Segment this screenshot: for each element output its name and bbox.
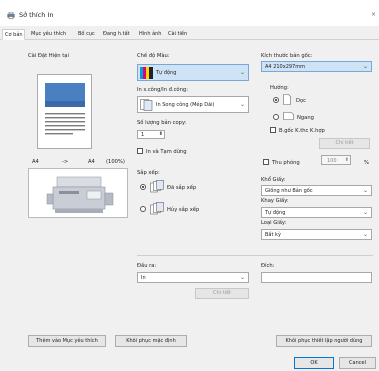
zoom-unit: % (364, 160, 369, 166)
color-mode-icon (140, 67, 153, 79)
mixed-size-label: B.gốc K.thc K.hợp (279, 128, 325, 134)
uncollate-label: Hủy sắp xếp (167, 207, 200, 213)
restore-user-settings-button[interactable]: Khôi phục thiết lập người dùng (276, 335, 372, 347)
paper-type-label: Loại Giấy: (261, 220, 287, 226)
duplex-icon (140, 99, 153, 111)
zoom-checkbox[interactable] (263, 159, 269, 165)
restore-default-button[interactable]: Khôi phục mặc định (115, 335, 187, 347)
color-mode-value: Tự động (156, 70, 177, 76)
uncollated-pages-icon (150, 202, 164, 215)
tray-value: Tự động (265, 210, 286, 216)
output-select[interactable]: In ⌄ (137, 272, 249, 283)
original-size-value: A4 210x297mm (265, 64, 305, 70)
zoom-percent: (100%) (106, 159, 125, 165)
stepper-icon[interactable]: ⬍ (345, 157, 349, 163)
title-bar: Sở thích In × (0, 0, 379, 26)
zoom-input[interactable]: 100 ⬍ (321, 155, 351, 165)
chevron-down-icon: ⌄ (239, 69, 245, 76)
output-detail-button[interactable]: Chi tiết (195, 288, 249, 299)
chevron-down-icon: ⌄ (362, 63, 368, 70)
copies-stepper[interactable]: 1 ⬍ (137, 130, 165, 139)
printer-icon (7, 12, 15, 19)
color-mode-select[interactable]: Tự động ⌄ (137, 64, 249, 81)
output-value: In (141, 275, 146, 281)
landscape-radio[interactable] (273, 114, 279, 120)
portrait-radio[interactable] (273, 97, 279, 103)
paper-size-label: Khổ Giấy: (261, 177, 286, 183)
landscape-page-icon (283, 112, 294, 120)
duplex-value: In Song công (Mép Dài) (156, 102, 215, 108)
original-size-select[interactable]: A4 210x297mm ⌄ (261, 61, 372, 72)
portrait-page-icon (283, 94, 291, 105)
stepper-icon[interactable]: ⬍ (159, 131, 163, 137)
print-pause-checkbox[interactable] (137, 148, 143, 154)
landscape-label: Ngang (297, 115, 314, 121)
orientation-detail-button[interactable]: Chi tiết (319, 138, 370, 149)
portrait-label: Dọc (296, 98, 307, 104)
ok-button[interactable]: OK (294, 357, 334, 369)
chevron-down-icon: ⌄ (239, 274, 245, 281)
current-settings-label: Cài Đặt Hiện tại (28, 53, 69, 59)
tab-image[interactable]: Hình ảnh (137, 29, 163, 40)
duplex-label: In s.công/In đ.công: (137, 87, 188, 93)
paper-type-value: Bất kỳ (265, 232, 281, 238)
duplex-select[interactable]: In Song công (Mép Dài) ⌄ (137, 96, 249, 113)
tray-label: Khay Giấy: (261, 198, 289, 204)
tab-bar: Cơ bản Mục yêu thích Bố cục Đang h.tất H… (0, 29, 379, 40)
tab-favorites[interactable]: Mục yêu thích (29, 29, 68, 40)
sort-label: Sắp xếp: (137, 170, 160, 176)
copies-value: 1 (141, 132, 145, 138)
tray-select[interactable]: Tự động ⌄ (261, 207, 372, 218)
collate-label: Đã sắp xếp (167, 185, 197, 191)
paper-to: A4 (88, 159, 95, 165)
collated-pages-icon (150, 180, 164, 193)
close-icon[interactable]: × (371, 11, 376, 18)
paper-from: A4 (32, 159, 39, 165)
uncollate-radio[interactable] (140, 206, 146, 212)
cancel-button[interactable]: Cancel (339, 357, 376, 369)
document-preview (37, 74, 92, 149)
chevron-down-icon: ⌄ (362, 187, 368, 194)
paper-size-select[interactable]: Giống như Bản gốc ⌄ (261, 185, 372, 196)
window-title: Sở thích In (19, 11, 54, 19)
add-favorite-button[interactable]: Thêm vào Mục yêu thích (28, 335, 106, 347)
paper-size-value: Giống như Bản gốc (265, 188, 313, 194)
chevron-down-icon: ⌄ (239, 101, 245, 108)
zoom-label: Thu phóng (272, 160, 300, 166)
chevron-down-icon: ⌄ (362, 231, 368, 238)
tab-layout[interactable]: Bố cục (76, 29, 97, 40)
printer-preview (28, 168, 128, 218)
collate-radio[interactable] (140, 184, 146, 190)
paper-type-select[interactable]: Bất kỳ ⌄ (261, 229, 372, 240)
output-label: Đầu ra: (137, 263, 157, 269)
tab-basic[interactable]: Cơ bản (2, 29, 25, 40)
zoom-value: 100 (327, 158, 337, 164)
tab-finishing[interactable]: Đang h.tất (101, 29, 132, 40)
copies-label: Số lượng bản copy: (137, 120, 187, 126)
original-size-label: Kích thước bản gốc: (261, 53, 313, 59)
destination-input[interactable] (261, 272, 372, 283)
mixed-size-checkbox[interactable] (270, 127, 276, 133)
orientation-label: Hướng: (270, 85, 289, 91)
print-pause-label: In và Tạm dừng (146, 149, 187, 155)
chevron-down-icon: ⌄ (362, 209, 368, 216)
destination-label: Đích: (261, 263, 275, 269)
color-mode-label: Chế độ Màu: (137, 53, 170, 59)
tab-advanced[interactable]: Cài tiến (166, 29, 189, 40)
paper-arrow: -> (62, 159, 69, 165)
divider (137, 255, 373, 256)
